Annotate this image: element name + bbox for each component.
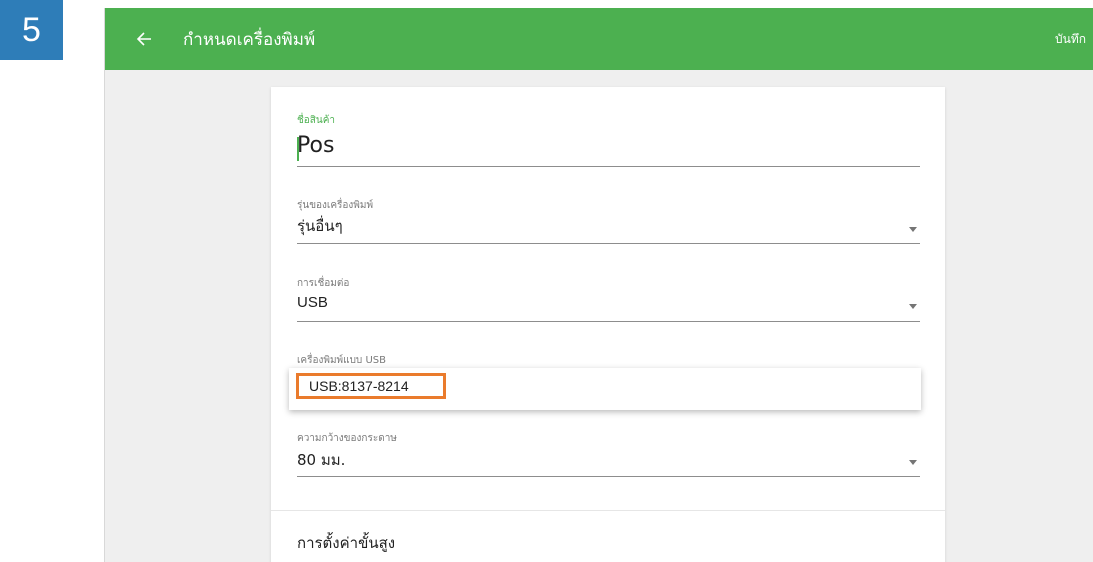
app-bar: กำหนดเครื่องพิมพ์ บันทึก (105, 8, 1093, 70)
product-name-label: ชื่อสินค้า (297, 115, 336, 126)
paper-width-select[interactable]: 80 มม. (297, 448, 345, 472)
arrow-left-icon (136, 32, 151, 46)
connection-label: การเชื่อมต่อ (297, 278, 350, 289)
connection-underline (297, 321, 920, 322)
paper-width-label: ความกว้างของกระดาษ (297, 433, 397, 444)
chevron-down-icon[interactable] (909, 460, 917, 465)
printer-model-label: รุ่นของเครื่องพิมพ์ (297, 200, 374, 211)
product-name-input[interactable]: Pos (297, 133, 334, 158)
app-screen: กำหนดเครื่องพิมพ์ บันทึก ชื่อสินค้า Pos … (104, 8, 1093, 562)
chevron-down-icon[interactable] (909, 304, 917, 309)
usb-printer-dropdown: USB:8137-8214 (289, 368, 921, 410)
text-cursor (297, 137, 299, 161)
usb-printer-option[interactable]: USB:8137-8214 (309, 378, 409, 394)
connection-select[interactable]: USB (297, 294, 328, 311)
printer-model-select[interactable]: รุ่นอื่นๆ (297, 214, 343, 238)
usb-printer-label: เครื่องพิมพ์แบบ USB (297, 355, 386, 366)
step-number-badge: 5 (0, 0, 63, 60)
save-button[interactable]: บันทึก (1055, 8, 1086, 70)
back-button[interactable] (124, 19, 164, 59)
product-name-underline (297, 166, 920, 167)
divider (271, 510, 945, 511)
printer-model-underline (297, 243, 920, 244)
printer-settings-card: ชื่อสินค้า Pos รุ่นของเครื่องพิมพ์ รุ่นอ… (271, 87, 945, 562)
chevron-down-icon[interactable] (909, 227, 917, 232)
page-title: กำหนดเครื่องพิมพ์ (183, 29, 316, 50)
advanced-settings-item[interactable]: การตั้งค่าขั้นสูง (297, 531, 395, 555)
paper-width-underline (297, 476, 920, 477)
